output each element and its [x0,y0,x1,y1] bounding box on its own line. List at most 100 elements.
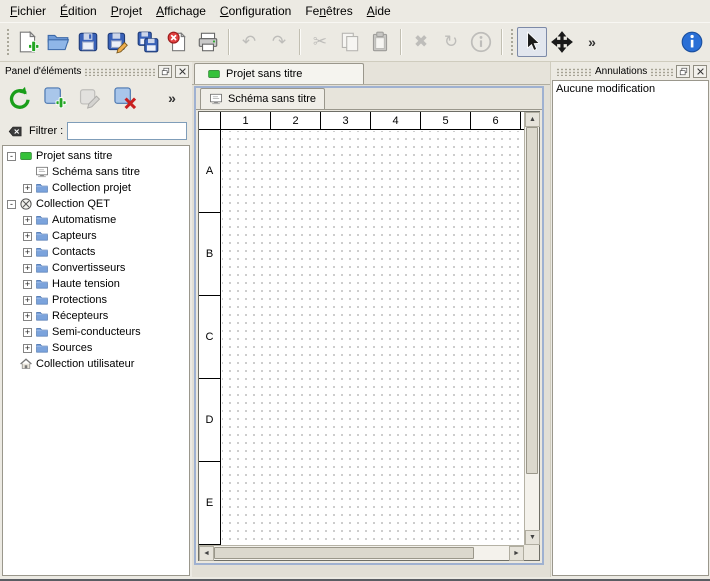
clear-filter-button[interactable] [5,123,25,139]
row-headers: ABCDE [199,130,221,545]
tab-schema[interactable]: Schéma sans titre [200,88,325,109]
rotate-button[interactable]: ↻ [436,27,466,57]
tree-item[interactable]: Collection utilisateur [3,356,189,372]
expander-plus-icon[interactable]: + [23,328,32,337]
folder-open-icon [46,30,70,54]
scroll-down-button[interactable]: ▼ [525,530,540,545]
menu-fichier[interactable]: Fichier [3,0,53,22]
mdi-area: Projet sans titre Schéma sans titre 1234… [192,62,550,577]
horizontal-scrollbar[interactable]: ◄ ► [199,545,524,560]
tree-item[interactable]: -Collection QET [3,196,189,212]
redo-button[interactable]: ↷ [264,27,294,57]
new-element-button[interactable] [39,82,71,114]
expander-plus-icon[interactable]: + [23,264,32,273]
filter-input[interactable] [67,122,187,140]
reload-collections-button[interactable] [4,82,36,114]
tree-item-label: Récepteurs [52,310,108,322]
menu-configuration[interactable]: Configuration [213,0,298,22]
folder-icon [35,213,49,227]
vertical-scrollbar[interactable]: ▲ ▼ [524,112,539,545]
float-elements-panel-button[interactable] [158,65,172,78]
undo-history-list[interactable]: Aucune modification [552,80,709,576]
menu-edition[interactable]: Édition [53,0,104,22]
delete-button[interactable]: ✖ [406,27,436,57]
menu-aide[interactable]: Aide [360,0,398,22]
tree-item[interactable]: Schéma sans titre [3,164,189,180]
scroll-tool-button[interactable] [547,27,577,57]
tab-project[interactable]: Projet sans titre [194,63,364,84]
expander-minus-icon[interactable]: - [7,200,16,209]
undo-panel-drag-handle-right[interactable] [650,68,673,76]
expander-plus-icon[interactable]: + [23,296,32,305]
tree-item[interactable]: +Capteurs [3,228,189,244]
info-gray-icon [469,30,493,54]
tree-item[interactable]: +Semi-conducteurs [3,324,189,340]
tree-item-label: Schéma sans titre [52,166,140,178]
horizontal-scroll-thumb[interactable] [214,547,474,559]
new-document-button[interactable] [13,27,43,57]
horizontal-scroll-track[interactable] [214,546,509,560]
close-undo-panel-button[interactable] [693,65,707,78]
home-icon [19,357,33,371]
printer-icon [196,30,220,54]
tree-item[interactable]: +Contacts [3,244,189,260]
tree-item[interactable]: +Automatisme [3,212,189,228]
scroll-right-button[interactable]: ► [509,546,524,561]
expander-plus-icon[interactable]: + [23,280,32,289]
menu-affichage[interactable]: Affichage [149,0,213,22]
edit-element-button[interactable] [74,82,106,114]
close-document-button[interactable] [163,27,193,57]
delete-element-button[interactable] [109,82,141,114]
select-tool-button[interactable] [517,27,547,57]
arrow-left-icon: ◄ [202,549,211,558]
row-header: D [199,379,220,462]
tree-item[interactable]: +Collection projet [3,180,189,196]
tree-item[interactable]: +Haute tension [3,276,189,292]
toolbar-drag-handle[interactable] [510,28,514,56]
menu-fenetres[interactable]: Fenêtres [298,0,359,22]
menu-projet[interactable]: Projet [104,0,149,22]
tree-item-label: Protections [52,294,107,306]
elements-panel-drag-handle[interactable] [84,68,155,76]
undo-panel-drag-handle-left[interactable] [556,68,592,76]
vertical-scroll-thumb[interactable] [526,127,538,474]
expander-plus-icon[interactable]: + [23,312,32,321]
save-all-button[interactable] [133,27,163,57]
expander-plus-icon[interactable]: + [23,344,32,353]
tree-item[interactable]: -Projet sans titre [3,148,189,164]
information-button[interactable] [466,27,496,57]
float-icon [161,67,170,76]
save-as-button[interactable] [103,27,133,57]
undo-button[interactable]: ↶ [234,27,264,57]
close-elements-panel-button[interactable] [175,65,189,78]
open-document-button[interactable] [43,27,73,57]
expander-plus-icon[interactable]: + [23,248,32,257]
element-edit-icon [77,85,103,111]
panel-toolbar-overflow-button[interactable]: » [156,82,188,114]
floppy-icon [76,30,100,54]
toolbar-drag-handle[interactable] [6,28,10,56]
folder-icon [35,229,49,243]
expander-plus-icon[interactable]: + [23,232,32,241]
paste-button[interactable] [365,27,395,57]
scroll-left-button[interactable]: ◄ [199,546,214,561]
tree-item[interactable]: +Sources [3,340,189,356]
expander-plus-icon[interactable]: + [23,216,32,225]
scroll-up-button[interactable]: ▲ [525,112,540,127]
vertical-scroll-track[interactable] [525,127,539,530]
tree-item[interactable]: + Récepteurs [3,308,189,324]
chevrons-icon: » [159,85,185,111]
drawing-canvas[interactable] [222,131,524,545]
tree-item[interactable]: +Convertisseurs [3,260,189,276]
about-button[interactable] [677,27,707,57]
tree-item[interactable]: + Protections [3,292,189,308]
cut-button[interactable]: ✂ [305,27,335,57]
row-header: A [199,130,220,213]
copy-button[interactable] [335,27,365,57]
float-undo-panel-button[interactable] [676,65,690,78]
toolbar-overflow-button[interactable]: » [577,27,607,57]
save-button[interactable] [73,27,103,57]
expander-minus-icon[interactable]: - [7,152,16,161]
print-button[interactable] [193,27,223,57]
expander-plus-icon[interactable]: + [23,184,32,193]
